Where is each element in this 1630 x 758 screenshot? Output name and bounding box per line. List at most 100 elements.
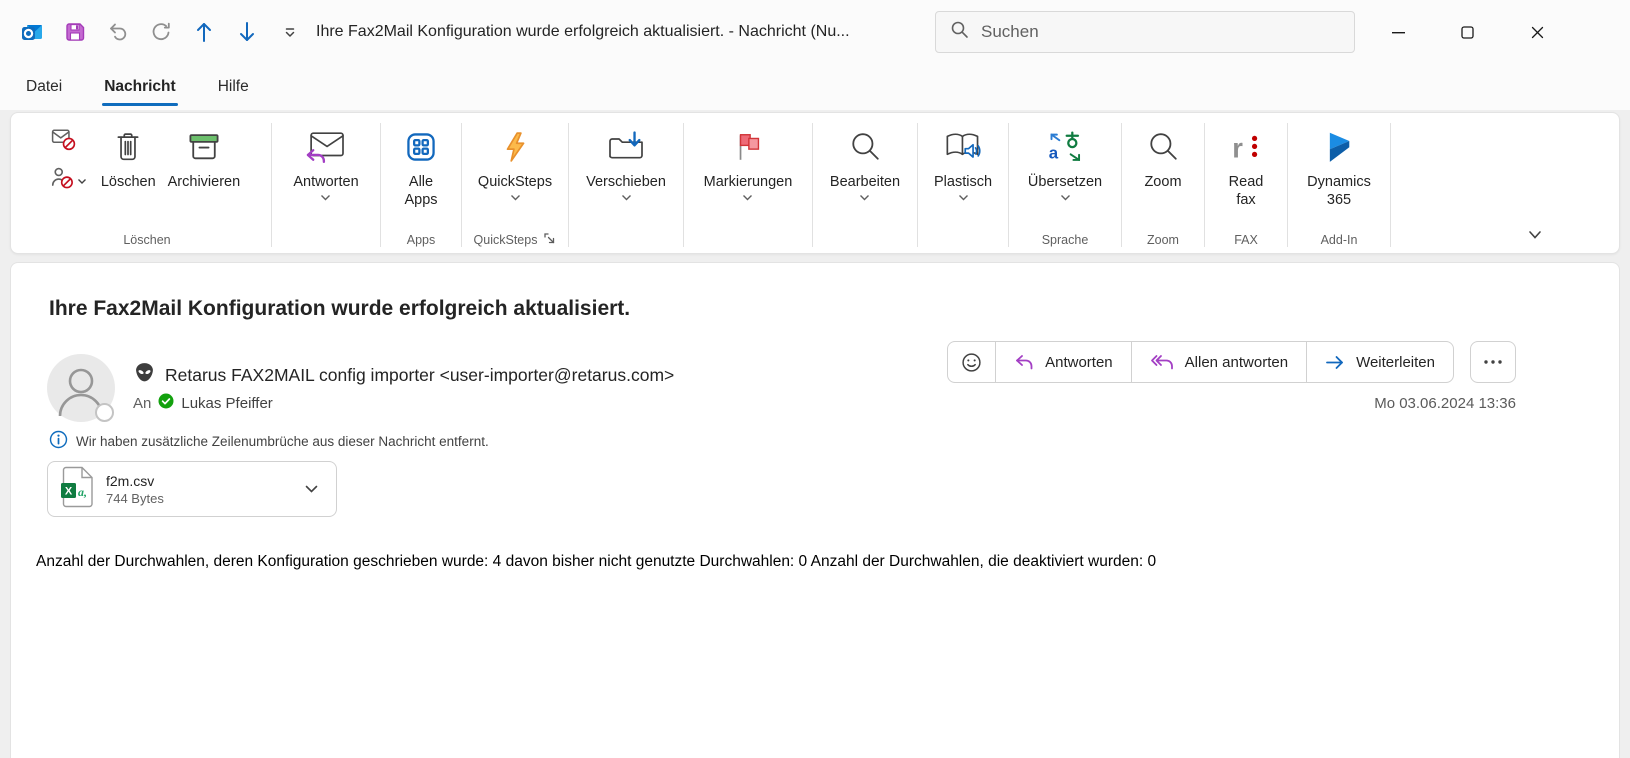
sender-line: Retarus FAX2MAIL config importer <user-i… xyxy=(133,361,674,389)
flags-icon xyxy=(733,125,763,169)
all-apps-button[interactable]: Alle Apps xyxy=(385,117,457,209)
group-label-loeschen: Löschen xyxy=(23,227,271,253)
presence-available-icon xyxy=(158,393,174,413)
ribbon-group-zoom: Zoom Zoom xyxy=(1122,117,1204,253)
reactions-button[interactable] xyxy=(948,342,995,382)
reply-action-button[interactable]: Antworten xyxy=(995,342,1131,382)
forward-action-label: Weiterleiten xyxy=(1356,354,1435,371)
ribbon-group-sprache: a Übersetzen Sprache xyxy=(1009,117,1121,253)
immersive-chevron-icon xyxy=(958,194,969,201)
ribbon-group-loeschen: Löschen Archivieren Löschen xyxy=(23,117,271,253)
info-icon xyxy=(49,430,68,452)
attachment-name: f2m.csv xyxy=(106,473,286,489)
received-timestamp: Mo 03.06.2024 13:36 xyxy=(1374,395,1516,412)
ribbon-group-addin: Dynamics 365 Add-In xyxy=(1288,117,1390,253)
quicksteps-button[interactable]: QuickSteps xyxy=(472,117,558,201)
close-button[interactable] xyxy=(1514,0,1560,64)
editing-button[interactable]: Bearbeiten xyxy=(824,117,906,201)
archive-icon xyxy=(187,125,221,169)
ribbon-group-verschieben: Verschieben xyxy=(569,117,683,253)
archive-button[interactable]: Archivieren xyxy=(162,117,247,191)
outlook-logo-icon[interactable] xyxy=(20,20,44,44)
attachment-info: f2m.csv 744 Bytes xyxy=(106,473,286,506)
zoom-button[interactable]: Zoom xyxy=(1138,117,1187,191)
tab-nachricht[interactable]: Nachricht xyxy=(102,74,178,100)
ribbon-group-quicksteps: QuickSteps QuickSteps xyxy=(462,117,568,253)
translate-chevron-icon xyxy=(1060,194,1071,201)
more-actions-button[interactable] xyxy=(1470,341,1516,383)
maximize-button[interactable] xyxy=(1444,0,1490,64)
editing-label: Bearbeiten xyxy=(830,173,900,191)
read-fax-button[interactable]: r Read fax xyxy=(1214,117,1278,209)
message-subject: Ihre Fax2Mail Konfiguration wurde erfolg… xyxy=(49,297,630,321)
to-label: An xyxy=(133,395,151,412)
reply-chevron-icon xyxy=(320,194,331,201)
group-label-fax: FAX xyxy=(1205,227,1287,253)
translate-button[interactable]: a Übersetzen xyxy=(1022,117,1108,201)
delete-button[interactable]: Löschen xyxy=(95,117,162,191)
previous-item-icon[interactable] xyxy=(192,20,216,44)
reply-button[interactable]: Antworten xyxy=(287,117,364,201)
apps-grid-icon xyxy=(405,125,437,169)
ribbon-group-apps: Alle Apps Apps xyxy=(381,117,461,253)
group-label-quicksteps: QuickSteps xyxy=(474,233,538,247)
translate-label: Übersetzen xyxy=(1028,173,1102,191)
reply-all-arrow-icon xyxy=(1150,354,1175,371)
collapse-ribbon-chevron-icon xyxy=(1526,228,1544,242)
collapse-ribbon-button[interactable] xyxy=(1523,225,1547,245)
sender-name-email[interactable]: Retarus FAX2MAIL config importer <user-i… xyxy=(165,365,674,386)
save-icon[interactable] xyxy=(63,20,87,44)
immersive-reader-icon xyxy=(944,125,982,169)
tags-button[interactable]: Markierungen xyxy=(698,117,799,201)
junk-button[interactable] xyxy=(50,166,87,195)
outlook-message-window: Ihre Fax2Mail Konfiguration wurde erfolg… xyxy=(0,0,1630,758)
smiley-icon xyxy=(961,352,982,373)
archive-label: Archivieren xyxy=(168,173,241,191)
tab-hilfe[interactable]: Hilfe xyxy=(216,74,251,100)
attachment-card[interactable]: X a, f2m.csv 744 Bytes xyxy=(47,461,337,517)
ignore-icon xyxy=(50,127,77,156)
move-chevron-icon xyxy=(621,194,632,201)
group-label-sprache: Sprache xyxy=(1009,227,1121,253)
reply-all-action-button[interactable]: Allen antworten xyxy=(1131,342,1306,382)
tab-datei[interactable]: Datei xyxy=(24,74,64,100)
sender-presence-badge xyxy=(95,403,114,422)
svg-text:a: a xyxy=(1049,143,1059,162)
ribbon-group-bearbeiten: Bearbeiten xyxy=(813,117,917,253)
recipient-name[interactable]: Lukas Pfeiffer xyxy=(181,395,272,412)
customize-qat-chevron-icon[interactable] xyxy=(278,20,302,44)
tags-label: Markierungen xyxy=(704,173,793,191)
alien-emoji-icon xyxy=(133,361,156,389)
move-label: Verschieben xyxy=(586,173,666,191)
tags-chevron-icon xyxy=(742,194,753,201)
attachment-chevron-icon xyxy=(304,484,319,494)
move-button[interactable]: Verschieben xyxy=(580,117,672,201)
zoom-magnifier-icon xyxy=(1147,125,1179,169)
dynamics-365-button[interactable]: Dynamics 365 xyxy=(1294,117,1384,209)
immersive-reader-button[interactable]: Plastisch xyxy=(928,117,998,201)
reply-all-action-label: Allen antworten xyxy=(1185,354,1288,371)
reply-arrow-icon xyxy=(1014,354,1035,371)
quicksteps-dialog-launcher-icon[interactable] xyxy=(543,232,556,248)
minimize-button[interactable] xyxy=(1375,0,1421,64)
titlebar: Ihre Fax2Mail Konfiguration wurde erfolg… xyxy=(0,0,1630,64)
next-item-icon[interactable] xyxy=(235,20,259,44)
forward-action-button[interactable]: Weiterleiten xyxy=(1306,342,1453,382)
translate-icon: a xyxy=(1047,125,1083,169)
search-placeholder: Suchen xyxy=(981,22,1039,42)
attachment-options-button[interactable] xyxy=(298,484,324,494)
redo-icon[interactable] xyxy=(149,20,173,44)
ignore-button[interactable] xyxy=(50,127,87,156)
ribbon-group-antworten: Antworten xyxy=(272,117,380,253)
ribbon-group-fax: r Read fax FAX xyxy=(1205,117,1287,253)
svg-text:X: X xyxy=(65,485,73,497)
ellipsis-icon xyxy=(1483,359,1503,365)
search-input[interactable]: Suchen xyxy=(935,11,1355,53)
dynamics-365-icon xyxy=(1324,125,1354,169)
undo-icon[interactable] xyxy=(106,20,130,44)
quick-access-toolbar xyxy=(20,0,302,64)
forward-arrow-icon xyxy=(1325,354,1346,371)
junk-icon xyxy=(50,166,74,195)
recipient-line: An Lukas Pfeiffer xyxy=(133,393,273,413)
lightning-icon xyxy=(501,125,529,169)
